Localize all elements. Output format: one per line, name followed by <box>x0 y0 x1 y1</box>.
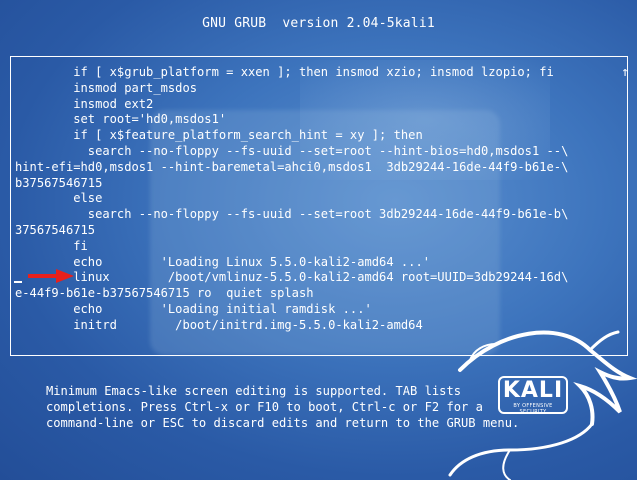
editor-line[interactable]: search --no-floppy --fs-uuid --set=root … <box>15 207 569 223</box>
editor-line[interactable]: 37567546715 <box>15 223 568 239</box>
editor-line[interactable]: if [ x$grub_platform = xxen ]; then insm… <box>15 65 568 81</box>
editor-line[interactable]: search --no-floppy --fs-uuid --set=root … <box>15 144 569 160</box>
editor-line[interactable]: set root='hd0,msdos1' <box>15 112 568 128</box>
editor-line[interactable]: echo 'Loading Linux 5.5.0-kali2-amd64 ..… <box>15 255 568 271</box>
text-cursor <box>14 281 22 283</box>
editor-line[interactable]: e-44f9-b61e-b37567546715 ro quiet splash <box>15 286 568 302</box>
editor-line[interactable]: else <box>15 191 568 207</box>
help-text: Minimum Emacs-like screen editing is sup… <box>46 384 519 431</box>
editor-line[interactable]: insmod ext2 <box>15 97 568 113</box>
editor-line[interactable]: initrd /boot/initrd.img-5.5.0-kali2-amd6… <box>15 318 568 334</box>
editor-line[interactable]: if [ x$feature_platform_search_hint = xy… <box>15 128 568 144</box>
editor-text-area[interactable]: if [ x$grub_platform = xxen ]; then insm… <box>15 65 568 334</box>
editor-line[interactable]: b37567546715 <box>15 176 568 192</box>
editor-line[interactable]: fi <box>15 239 568 255</box>
editor-line[interactable]: echo 'Loading initial ramdisk ...' <box>15 302 568 318</box>
kali-logo-tagline: BY OFFENSIVE SECURITY <box>513 403 553 415</box>
scroll-up-icon: ↑ <box>621 65 629 80</box>
help-line: completions. Press Ctrl-x or F10 to boot… <box>46 399 483 414</box>
editor-line[interactable]: insmod part_msdos <box>15 81 568 97</box>
editor-line[interactable]: hint-efi=hd0,msdos1 --hint-baremetal=ahc… <box>15 160 568 176</box>
help-line: Minimum Emacs-like screen editing is sup… <box>46 384 462 398</box>
grub-entry-editor[interactable]: if [ x$grub_platform = xxen ]; then insm… <box>10 56 629 356</box>
kali-logo-word: KALI <box>502 378 564 403</box>
grub-version-title: GNU GRUB version 2.04-5kali1 <box>202 16 435 31</box>
red-arrow-icon <box>28 269 74 283</box>
help-line: command-line or ESC to discard edits and… <box>46 415 520 430</box>
kali-logo: KALI BY OFFENSIVE SECURITY <box>498 376 568 415</box>
editor-line[interactable]: linux /boot/vmlinuz-5.5.0-kali2-amd64 ro… <box>15 270 568 286</box>
